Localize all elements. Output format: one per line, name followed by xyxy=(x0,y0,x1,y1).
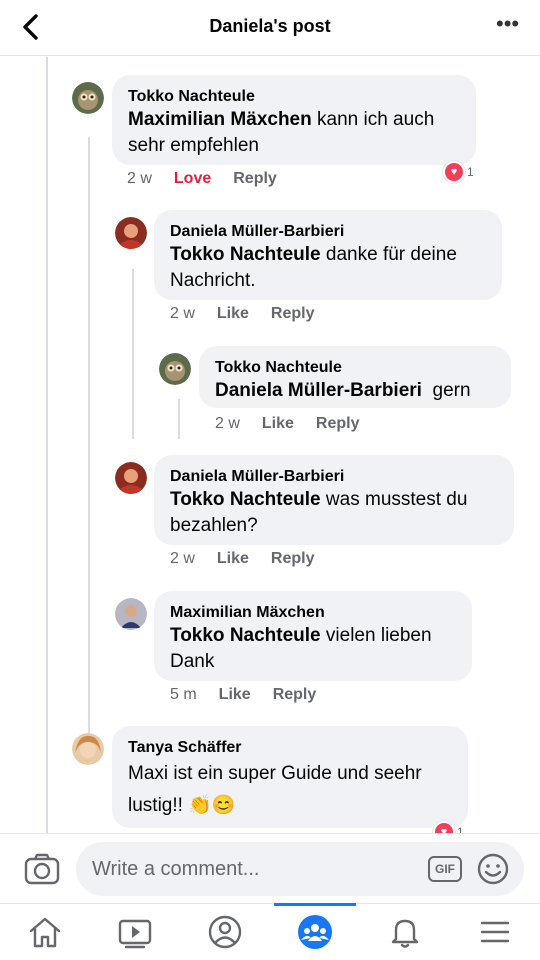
camera-icon[interactable] xyxy=(24,852,60,886)
comment-author[interactable]: Maximilian Mäxchen xyxy=(170,603,456,623)
comment-meta: 2 w Like Reply xyxy=(215,415,382,433)
reaction-count[interactable]: ♥ 1 xyxy=(443,161,474,183)
emoji-icon[interactable] xyxy=(476,852,510,886)
reply-button[interactable]: Reply xyxy=(316,415,360,433)
mention[interactable]: Tokko Nachteule xyxy=(170,489,321,510)
menu-icon[interactable] xyxy=(475,912,515,952)
thread-line xyxy=(178,399,180,439)
top-bar: Daniela's post ••• xyxy=(0,0,540,56)
thread-line xyxy=(132,269,134,439)
avatar[interactable] xyxy=(115,462,147,494)
page-title: Daniela's post xyxy=(209,16,331,36)
comment-author[interactable]: Daniela Müller-Barbieri xyxy=(170,222,486,242)
comment-body: gern xyxy=(421,380,471,401)
comment-meta: 2 w Like Reply xyxy=(170,550,337,568)
comment-box: GIF xyxy=(76,842,524,896)
comment-bubble[interactable]: Maximilian Mäxchen Tokko Nachteule viele… xyxy=(154,591,472,681)
comment-time: 2 w xyxy=(170,550,195,567)
tab-bar xyxy=(0,903,540,960)
reaction-count-label: 1 xyxy=(467,165,474,179)
comment-bubble[interactable]: Tokko Nachteule Maximilian Mäxchen kann … xyxy=(112,75,476,165)
thread-line xyxy=(88,137,90,733)
comment-text: Tokko Nachteule danke für deine Nachrich… xyxy=(170,242,486,294)
like-button[interactable]: Like xyxy=(217,550,249,568)
like-button[interactable]: Like xyxy=(262,415,294,433)
gif-button[interactable]: GIF xyxy=(428,856,462,882)
comment-input[interactable] xyxy=(92,842,412,896)
reaction-count-label: 1 xyxy=(457,825,464,833)
video-icon[interactable] xyxy=(115,912,155,952)
comment-time: 5 m xyxy=(170,686,197,703)
more-options-icon[interactable]: ••• xyxy=(496,13,520,38)
avatar[interactable] xyxy=(72,82,104,114)
thread-line xyxy=(46,57,48,833)
comment-author[interactable]: Tanya Schäffer xyxy=(128,738,452,758)
heart-icon: ♥ xyxy=(443,161,465,183)
reply-button[interactable]: Reply xyxy=(273,686,317,704)
comment-text: Maxi ist ein super Guide und seehr lusti… xyxy=(128,763,422,816)
comment-composer: GIF xyxy=(0,833,540,903)
home-icon[interactable] xyxy=(25,912,65,952)
avatar[interactable] xyxy=(72,733,104,765)
groups-icon[interactable] xyxy=(295,912,335,952)
comment-time: 2 w xyxy=(215,415,240,432)
comment-time: 2 w xyxy=(127,170,152,187)
mention[interactable]: Maximilian Mäxchen xyxy=(128,109,312,130)
comment-bubble[interactable]: Daniela Müller-Barbieri Tokko Nachteule … xyxy=(154,210,502,300)
reply-button[interactable]: Reply xyxy=(271,550,315,568)
mention[interactable]: Tokko Nachteule xyxy=(170,625,321,646)
bell-icon[interactable] xyxy=(385,912,425,952)
active-tab-indicator xyxy=(274,903,356,906)
like-button[interactable]: Like xyxy=(219,686,251,704)
reply-button[interactable]: Reply xyxy=(233,170,277,188)
comment-bubble[interactable]: Daniela Müller-Barbieri Tokko Nachteule … xyxy=(154,455,514,545)
mention[interactable]: Daniela Müller-Barbieri xyxy=(215,380,422,401)
avatar[interactable] xyxy=(159,353,191,385)
heart-icon: ♥ xyxy=(433,821,455,833)
comment-text: Maximilian Mäxchen kann ich auch sehr em… xyxy=(128,107,460,159)
like-button[interactable]: Like xyxy=(217,305,249,323)
reply-button[interactable]: Reply xyxy=(271,305,315,323)
avatar[interactable] xyxy=(115,598,147,630)
comment-author[interactable]: Tokko Nachteule xyxy=(215,358,495,378)
comment-author[interactable]: Daniela Müller-Barbieri xyxy=(170,467,498,487)
avatar[interactable] xyxy=(115,217,147,249)
comment-meta: 2 w Like Reply xyxy=(170,305,337,323)
comment-meta: 2 w Love Reply xyxy=(127,170,299,188)
profile-icon[interactable] xyxy=(205,912,245,952)
comment-time: 2 w xyxy=(170,305,195,322)
comment-author[interactable]: Tokko Nachteule xyxy=(128,87,460,107)
mention[interactable]: Tokko Nachteule xyxy=(170,244,321,265)
comment-bubble[interactable]: Tanya Schäffer Maxi ist ein super Guide … xyxy=(112,726,468,828)
comment-meta: 5 m Like Reply xyxy=(170,686,338,704)
reaction-count[interactable]: ♥ 1 xyxy=(433,821,464,833)
love-button[interactable]: Love xyxy=(174,170,211,188)
comment-thread: Tokko Nachteule Maximilian Mäxchen kann … xyxy=(0,57,540,833)
comment-text: Daniela Müller-Barbieri gern xyxy=(215,378,495,404)
comment-text: Tokko Nachteule vielen lieben Dank xyxy=(170,623,456,675)
comment-bubble[interactable]: Tokko Nachteule Daniela Müller-Barbieri … xyxy=(199,346,511,408)
comment-text: Tokko Nachteule was musstest du bezahlen… xyxy=(170,487,498,539)
